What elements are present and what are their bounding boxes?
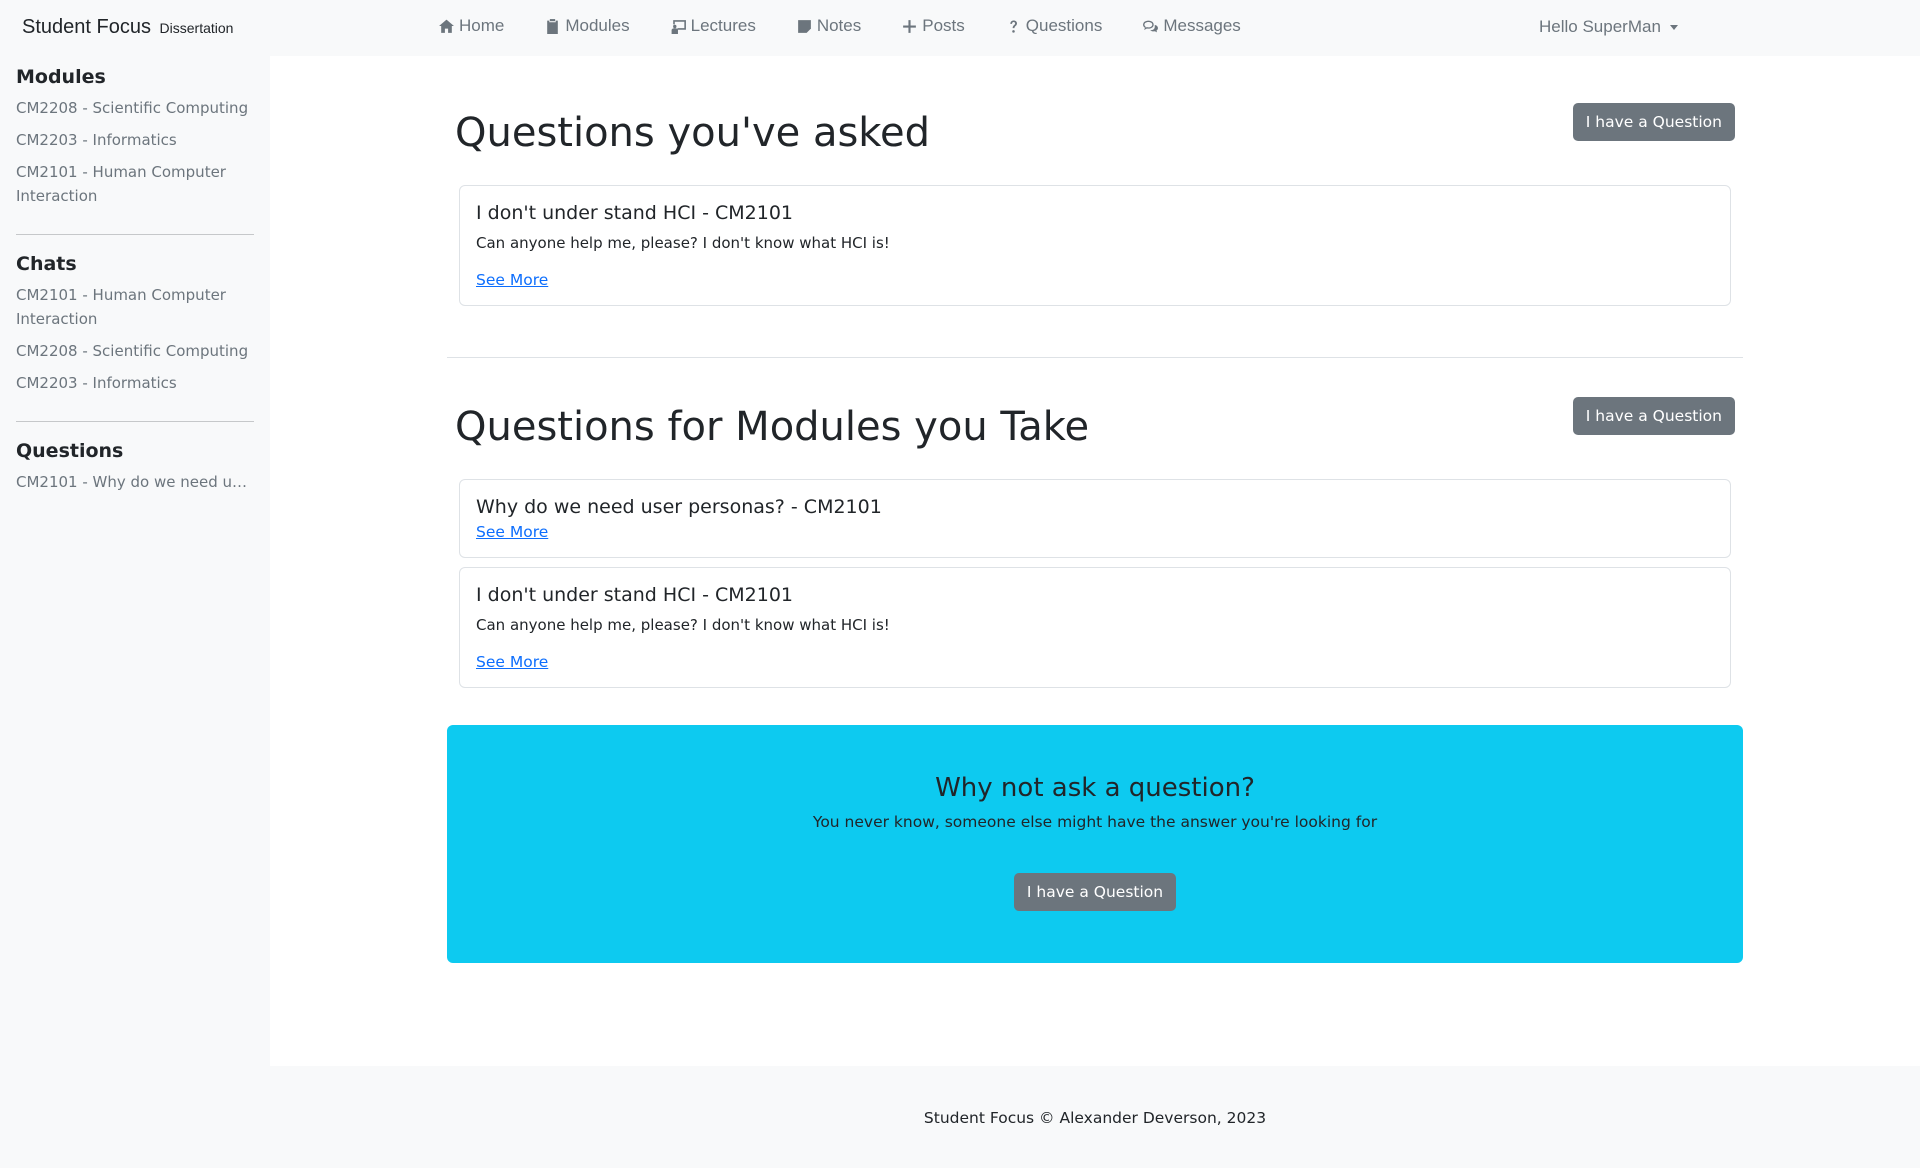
easel-icon: [671, 19, 686, 34]
banner-text: You never know, someone else might have …: [812, 813, 1378, 831]
asked-section-title: Questions you've asked: [455, 110, 931, 156]
footer: Student Focus © Alexander Deverson, 2023: [0, 1066, 1920, 1168]
modules-section-title: Questions for Modules you Take: [455, 404, 1090, 450]
nav-posts-label: Posts: [922, 16, 965, 35]
main-content: Questions you've asked I have a Question…: [270, 56, 1920, 1066]
sidebar-item-chat[interactable]: CM2101 - Human Computer Interaction: [16, 283, 254, 331]
user-greeting: Hello SuperMan: [1539, 17, 1661, 36]
question-icon: [1010, 19, 1017, 33]
sidebar-item-module[interactable]: CM2101 - Human Computer Interaction: [16, 160, 254, 208]
ask-question-button[interactable]: I have a Question: [1572, 103, 1735, 141]
sidebar: Modules CM2208 - Scientific Computing CM…: [0, 56, 270, 1066]
nav-lectures-label: Lectures: [690, 16, 756, 35]
sidebar-item-module[interactable]: CM2203 - Informatics: [16, 128, 254, 152]
brand-tag: Dissertation: [159, 20, 234, 36]
nav-notes[interactable]: Notes: [796, 16, 861, 36]
ask-question-button[interactable]: I have a Question: [1572, 397, 1735, 435]
sidebar-chats: Chats CM2101 - Human Computer Interactio…: [16, 253, 254, 395]
question-title: I don't under stand HCI - CM2101: [476, 584, 794, 606]
question-title: Why do we need user personas? - CM2101: [476, 496, 882, 518]
ask-question-button[interactable]: I have a Question: [1013, 873, 1177, 911]
nav-posts[interactable]: Posts: [901, 16, 965, 36]
sidebar-heading-modules: Modules: [16, 66, 106, 88]
see-more-link[interactable]: See More: [476, 523, 548, 541]
nav-messages[interactable]: Messages: [1142, 16, 1241, 36]
sidebar-heading-chats: Chats: [16, 253, 77, 275]
brand-link[interactable]: Student Focus Dissertation: [22, 16, 233, 39]
sidebar-divider: [16, 234, 254, 235]
sidebar-heading-questions: Questions: [16, 440, 124, 462]
question-title: I don't under stand HCI - CM2101: [476, 202, 794, 224]
modules-section-header: Questions for Modules you Take I have a …: [447, 397, 1743, 476]
sticky-note-icon: [797, 19, 811, 33]
ask-question-banner: Why not ask a question? You never know, …: [447, 725, 1743, 963]
nav-lectures[interactable]: Lectures: [670, 16, 756, 36]
nav-messages-label: Messages: [1163, 16, 1241, 35]
question-card: I don't under stand HCI - CM2101 Can any…: [459, 185, 1731, 306]
question-card: I don't under stand HCI - CM2101 Can any…: [459, 567, 1731, 688]
sidebar-modules: Modules CM2208 - Scientific Computing CM…: [16, 66, 254, 208]
sidebar-questions: Questions CM2101 - Why do we need use...: [16, 440, 254, 494]
user-dropdown[interactable]: Hello SuperMan: [1539, 17, 1678, 37]
nav-modules[interactable]: Modules: [544, 16, 630, 36]
plus-icon: [903, 19, 917, 33]
nav-questions-label: Questions: [1025, 16, 1103, 35]
brand-name: Student Focus: [22, 16, 151, 38]
main-nav: Home Modules Lectures Notes Posts Questi…: [438, 16, 1281, 36]
footer-copyright: Student Focus © Alexander Deverson, 2023: [923, 1109, 1267, 1127]
asked-section-header: Questions you've asked I have a Question: [447, 103, 1743, 182]
sidebar-item-chat[interactable]: CM2203 - Informatics: [16, 371, 254, 395]
top-navbar: Student Focus Dissertation Home Modules …: [0, 0, 1920, 56]
see-more-link[interactable]: See More: [476, 271, 548, 289]
sidebar-divider: [16, 421, 254, 422]
nav-home[interactable]: Home: [438, 16, 504, 36]
nav-notes-label: Notes: [816, 16, 862, 35]
sidebar-item-module[interactable]: CM2208 - Scientific Computing: [16, 96, 254, 120]
clipboard-icon: [547, 18, 559, 34]
see-more-link[interactable]: See More: [476, 653, 548, 671]
sidebar-item-chat[interactable]: CM2208 - Scientific Computing: [16, 339, 254, 363]
sidebar-item-question[interactable]: CM2101 - Why do we need use...: [16, 470, 254, 494]
nav-questions[interactable]: Questions: [1005, 16, 1103, 36]
question-text: Can anyone help me, please? I don't know…: [476, 616, 890, 634]
nav-modules-label: Modules: [565, 16, 630, 35]
home-icon: [439, 19, 454, 33]
chat-icon: [1143, 20, 1159, 32]
questions-container: Questions you've asked I have a Question…: [447, 103, 1743, 963]
question-card: Why do we need user personas? - CM2101 S…: [459, 479, 1731, 558]
chevron-down-icon: [1669, 24, 1678, 30]
question-text: Can anyone help me, please? I don't know…: [476, 234, 890, 252]
section-divider: [447, 357, 1743, 358]
nav-home-label: Home: [459, 16, 505, 35]
banner-title: Why not ask a question?: [935, 773, 1255, 803]
